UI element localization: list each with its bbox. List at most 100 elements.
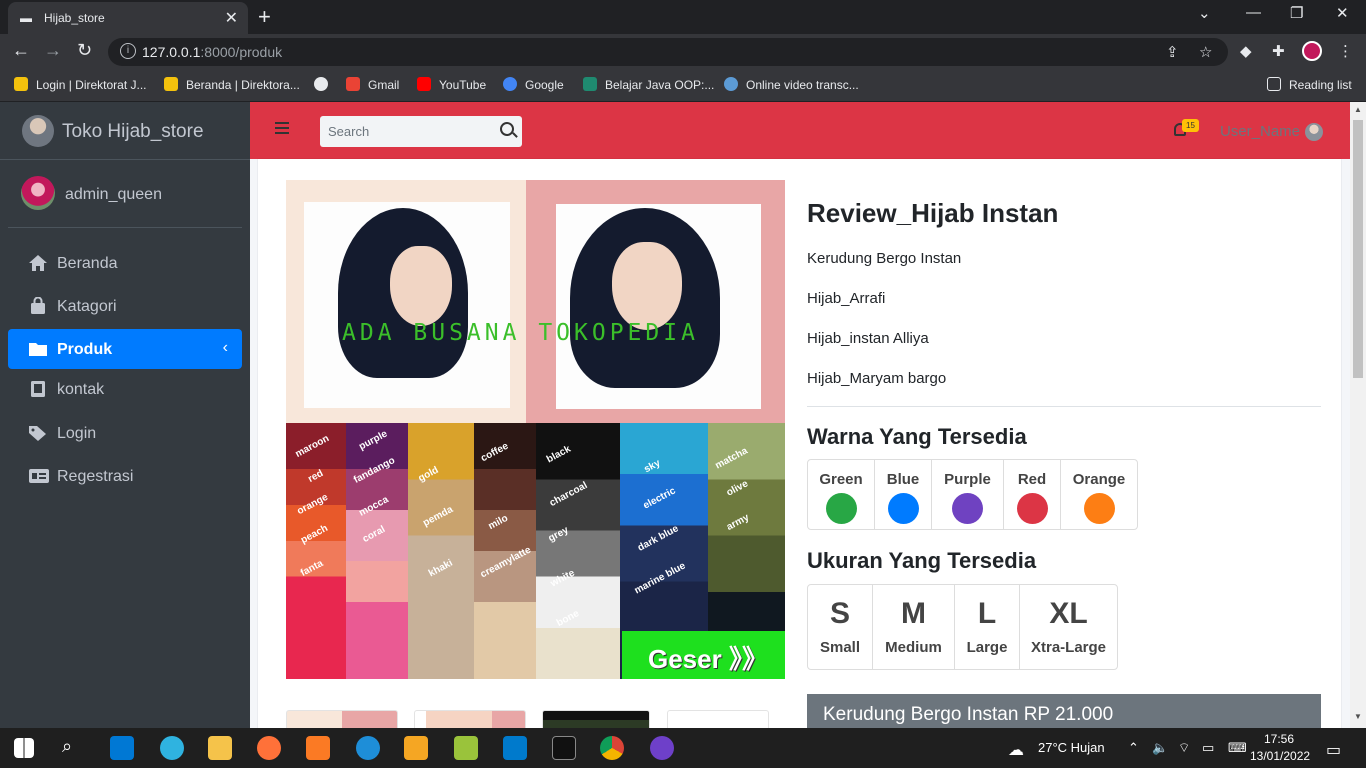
browser-tab[interactable]: ▬ Hijab_store ✕ bbox=[8, 2, 248, 34]
weather-text[interactable]: 27°C Hujan bbox=[1038, 740, 1105, 755]
search-input[interactable] bbox=[320, 116, 490, 147]
chrome-icon[interactable] bbox=[600, 736, 624, 760]
bookmark-favicon-icon bbox=[583, 77, 597, 91]
bookmark-item[interactable]: Online video transc... bbox=[724, 77, 859, 92]
clock-date[interactable]: 13/01/2022 bbox=[1250, 749, 1310, 763]
color-option-label: Orange bbox=[1072, 471, 1126, 488]
avatar[interactable] bbox=[1305, 123, 1323, 141]
profile-avatar[interactable] bbox=[1302, 41, 1322, 61]
share-icon[interactable]: ⇪ bbox=[1166, 43, 1179, 61]
window-close-icon[interactable]: ✕ bbox=[1336, 4, 1349, 22]
sidebar-item-login[interactable]: Login bbox=[8, 413, 242, 453]
windows-start-icon[interactable] bbox=[14, 738, 34, 758]
bookmark-item[interactable] bbox=[314, 77, 336, 92]
notification-badge: 15 bbox=[1182, 119, 1199, 132]
hamburger-menu-icon[interactable] bbox=[275, 122, 289, 134]
bookmark-star-icon[interactable]: ☆ bbox=[1199, 43, 1212, 61]
page: Toko Hijab_store admin_queen Beranda Kat… bbox=[0, 102, 1366, 728]
firefox-icon[interactable] bbox=[257, 736, 281, 760]
tab-favicon-icon: ▬ bbox=[20, 11, 32, 25]
reading-list-icon bbox=[1267, 77, 1281, 91]
brand[interactable]: Toko Hijab_store bbox=[0, 102, 250, 160]
sidebar-item-beranda[interactable]: Beranda bbox=[8, 243, 242, 283]
tray-chevron-icon[interactable]: ⌃ bbox=[1128, 740, 1139, 756]
new-tab-icon[interactable]: + bbox=[258, 4, 271, 30]
price-banner: Kerudung Bergo Instan RP 21.000 bbox=[807, 694, 1321, 728]
tab-title: Hijab_store bbox=[44, 11, 105, 25]
size-option-m[interactable]: M Medium bbox=[873, 585, 955, 669]
size-option-l[interactable]: L Large bbox=[955, 585, 1020, 669]
battery-icon[interactable]: ▭ bbox=[1202, 740, 1214, 756]
restore-icon[interactable]: ❐ bbox=[1290, 4, 1303, 22]
bookmark-item[interactable]: Login | Direktorat J... bbox=[14, 77, 147, 92]
internet-explorer-icon[interactable] bbox=[356, 736, 380, 760]
bookmark-item[interactable]: Belajar Java OOP:... bbox=[583, 77, 714, 92]
chevron-left-icon[interactable]: ‹ bbox=[223, 339, 228, 357]
sidebar-item-label: kontak bbox=[57, 381, 105, 398]
bookmark-favicon-icon bbox=[164, 77, 178, 91]
reload-icon[interactable]: ↻ bbox=[77, 40, 92, 61]
notification-center-icon[interactable]: ▭ bbox=[1326, 740, 1341, 760]
search-icon[interactable]: ⌕ bbox=[62, 736, 86, 760]
store-icon[interactable] bbox=[110, 736, 134, 760]
thumbnail[interactable] bbox=[667, 710, 769, 728]
scroll-down-icon[interactable]: ▼ bbox=[1354, 712, 1362, 721]
clock-time[interactable]: 17:56 bbox=[1264, 732, 1294, 746]
size-option-xl[interactable]: XL Xtra-Large bbox=[1020, 585, 1117, 669]
scroll-thumb[interactable] bbox=[1353, 120, 1363, 378]
tags-icon bbox=[28, 424, 48, 442]
google-icon bbox=[503, 77, 517, 91]
volume-icon[interactable]: 🔈 bbox=[1152, 740, 1168, 756]
bookmark-item[interactable]: Beranda | Direktora... bbox=[164, 77, 300, 92]
vscode-icon[interactable] bbox=[503, 736, 527, 760]
bookmark-item[interactable]: YouTube bbox=[417, 77, 486, 92]
thumbnail[interactable] bbox=[414, 710, 526, 728]
color-option-label: Green bbox=[819, 471, 863, 488]
scroll-up-icon[interactable]: ▲ bbox=[1354, 105, 1362, 114]
color-option-orange[interactable]: Orange bbox=[1061, 460, 1137, 529]
colors-heading: Warna Yang Tersedia bbox=[807, 424, 1027, 449]
sidebar-user-panel[interactable]: admin_queen bbox=[8, 160, 242, 228]
edge-icon[interactable] bbox=[160, 736, 184, 760]
color-option-blue[interactable]: Blue bbox=[875, 460, 932, 529]
minimize-icon[interactable]: — bbox=[1246, 4, 1261, 21]
tab-close-icon[interactable]: ✕ bbox=[225, 8, 238, 28]
bookmark-item[interactable]: Google bbox=[503, 77, 564, 92]
language-icon[interactable]: ⌨ bbox=[1228, 740, 1247, 756]
tab-search-icon[interactable]: ⌄ bbox=[1198, 4, 1211, 22]
bookmark-item[interactable]: Gmail bbox=[346, 77, 399, 92]
forward-icon[interactable]: → bbox=[44, 40, 62, 61]
search-icon[interactable] bbox=[500, 122, 514, 136]
sidebar-item-regestrasi[interactable]: Regestrasi bbox=[8, 456, 242, 496]
color-option-green[interactable]: Green bbox=[808, 460, 875, 529]
back-icon[interactable]: ← bbox=[12, 40, 30, 61]
page-scrollbar[interactable]: ▲ ▼ bbox=[1350, 102, 1366, 728]
image-slide-button[interactable]: Geser 》》 bbox=[622, 631, 785, 679]
calendar-app-icon[interactable] bbox=[454, 736, 478, 760]
product-list-item: Hijab_instan Alliya bbox=[807, 330, 929, 347]
reading-list[interactable]: Reading list bbox=[1267, 77, 1352, 92]
sidebar-item-produk[interactable]: Produk ‹ bbox=[8, 329, 242, 369]
github-desktop-icon[interactable] bbox=[650, 736, 674, 760]
puzzle-icon[interactable]: ✚ bbox=[1272, 42, 1285, 60]
file-explorer-icon[interactable] bbox=[208, 736, 232, 760]
network-icon[interactable]: ⌔ bbox=[1178, 740, 1190, 756]
terminal-icon[interactable] bbox=[552, 736, 576, 760]
thumbnail[interactable] bbox=[286, 710, 398, 728]
media-player-icon[interactable] bbox=[404, 736, 428, 760]
search-box bbox=[320, 116, 522, 147]
color-option-red[interactable]: Red bbox=[1004, 460, 1061, 529]
color-option-purple[interactable]: Purple bbox=[932, 460, 1004, 529]
thumbnail[interactable] bbox=[542, 710, 650, 728]
sidebar-item-katagori[interactable]: Katagori bbox=[8, 286, 242, 326]
sidebar-item-kontak[interactable]: kontak bbox=[8, 369, 242, 409]
sidebar-item-label: Produk bbox=[57, 341, 113, 358]
header-user-name[interactable]: User_Name bbox=[1220, 123, 1300, 140]
size-option-s[interactable]: S Small bbox=[808, 585, 873, 669]
site-info-icon[interactable]: i bbox=[120, 43, 136, 59]
xampp-icon[interactable] bbox=[306, 736, 330, 760]
menu-dots-icon[interactable]: ⋮ bbox=[1338, 42, 1353, 60]
address-bar[interactable]: i 127.0.0.1:8000/produk ⇪ ☆ bbox=[108, 38, 1228, 66]
extension-icon[interactable]: ◆ bbox=[1240, 42, 1252, 60]
product-image[interactable]: ADA BUSANA TOKOPEDIA maroon purple black… bbox=[286, 180, 785, 679]
